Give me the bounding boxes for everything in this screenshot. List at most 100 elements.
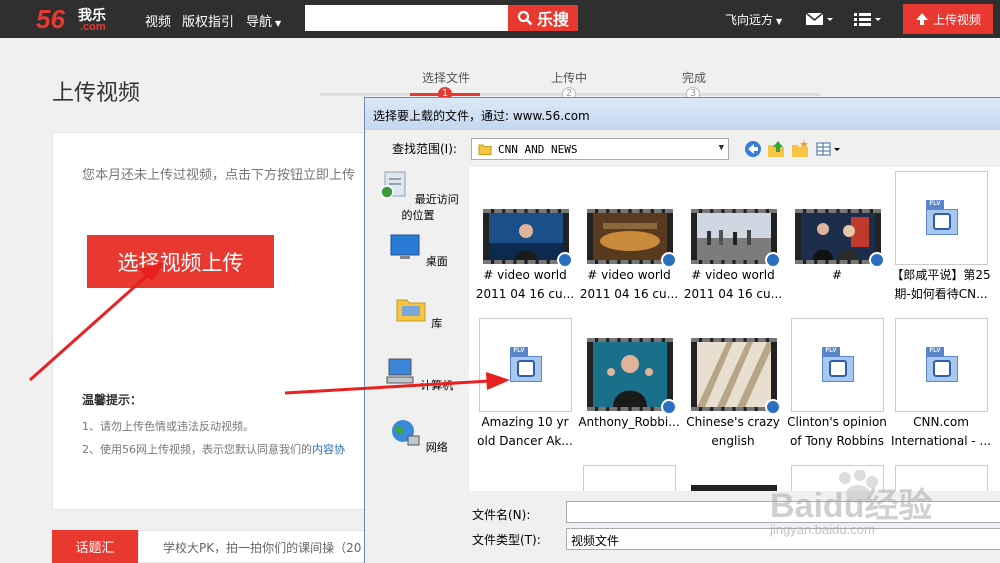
upload-button-label: 上传视频 — [932, 12, 981, 27]
file-list[interactable]: # video world 2011 04 16 cu... # video w… — [469, 167, 1000, 491]
file-name-line1: Amazing 10 yr — [481, 415, 569, 429]
video-badge-icon — [869, 252, 885, 268]
flv-file-icon: FLV — [789, 318, 885, 412]
step-label-done: 完成 — [682, 71, 707, 85]
tip-2: 2、使用56网上传视频，表示您默认同意我们的内容协 — [82, 441, 367, 457]
choose-video-upload-button[interactable]: 选择视频上传 — [87, 235, 274, 288]
tip-2-text: 2、使用56网上传视频，表示您默认同意我们的 — [82, 443, 312, 456]
video-thumbnail — [581, 318, 677, 415]
place-recent-label: 最近访问的位置 — [401, 193, 459, 222]
video-badge-icon — [765, 399, 781, 415]
flv-file-icon: FLV — [893, 318, 989, 412]
file-name-line1: # video world — [483, 268, 567, 282]
file-name-line2: 期-如何看待CN... — [894, 287, 988, 301]
mail-menu[interactable] — [805, 10, 835, 28]
file-name-line2: 2011 04 16 cu... — [683, 287, 783, 301]
topic-tag[interactable]: 话题汇 — [52, 530, 138, 563]
tips-title: 温馨提示： — [82, 393, 143, 407]
content-agreement-link[interactable]: 内容协 — [312, 443, 345, 456]
site-logo[interactable]: 56 我乐 .com — [36, 4, 116, 34]
back-icon[interactable] — [743, 139, 763, 159]
user-menu[interactable]: 飞向远方 ▼ — [725, 11, 782, 28]
recent-places-icon — [380, 171, 406, 199]
chevron-down-icon: ▼ — [776, 17, 783, 26]
file-item[interactable]: Chinese's crazy english — [681, 318, 785, 450]
place-network[interactable]: 网络 — [373, 418, 463, 455]
nav-copyright-guide[interactable]: 版权指引 — [182, 11, 234, 30]
logo-number: 56 — [36, 4, 65, 34]
file-item[interactable]: # video world 2011 04 16 cu... — [577, 171, 681, 303]
watermark-text: Baidu经验 — [770, 487, 933, 525]
video-thumbnail — [789, 171, 885, 268]
search-input[interactable] — [305, 5, 508, 31]
file-item[interactable]: FLV CNN.com International - ... — [889, 318, 993, 450]
nav-navigation-label: 导航 — [246, 15, 273, 30]
video-badge-icon — [661, 399, 677, 415]
file-item[interactable]: FLV 【郎咸平说】第25 期-如何看待CN... — [889, 171, 993, 303]
view-menu-icon[interactable] — [815, 139, 843, 159]
lookin-value: CNN AND NEWS — [498, 142, 578, 156]
video-thumbnail — [477, 171, 573, 268]
lookin-label: 查找范围(I): — [392, 142, 457, 156]
file-name-line2: old Dancer Ak... — [477, 434, 573, 448]
place-computer[interactable]: 计算机 — [373, 356, 463, 393]
video-thumbnail — [581, 171, 677, 268]
video-badge-icon — [661, 252, 677, 268]
chevron-down-icon: ▼ — [718, 143, 724, 153]
place-desktop[interactable]: 桌面 — [373, 232, 463, 269]
video-thumbnail — [685, 171, 781, 268]
file-item[interactable]: # video world 2011 04 16 cu... — [681, 171, 785, 303]
file-name-line1: # video world — [691, 268, 775, 282]
more-menu[interactable] — [853, 10, 883, 28]
page-title: 上传视频 — [52, 81, 141, 106]
computer-icon — [386, 358, 414, 384]
step-label-uploading: 上传中 — [551, 71, 588, 85]
folder-icon — [478, 144, 492, 155]
nav-video[interactable]: 视频 — [145, 11, 171, 30]
up-folder-icon[interactable] — [766, 139, 786, 159]
upload-video-button[interactable]: 上传视频 — [903, 4, 993, 34]
place-recent[interactable]: 最近访问的位置 — [373, 170, 463, 223]
topic-text[interactable]: 学校大PK，拍一拍你们的课间操（20 — [163, 539, 368, 556]
nav-navigation-menu[interactable]: 导航 ▼ — [246, 11, 281, 30]
video-thumbnail — [685, 318, 781, 415]
place-computer-label: 计算机 — [420, 379, 454, 392]
file-item[interactable]: # video world 2011 04 16 cu... — [473, 171, 577, 303]
mail-icon — [805, 12, 833, 25]
upload-arrow-icon — [915, 13, 928, 25]
flv-file-icon: FLV — [893, 171, 989, 265]
file-name-line1: Anthony_Robbi... — [578, 415, 680, 429]
file-name-line1: # video world — [587, 268, 671, 282]
dialog-title: 选择要上载的文件，通过: www.56.com — [365, 98, 1000, 130]
file-name-line2: english — [711, 434, 755, 448]
flv-file-icon: FLV — [477, 318, 573, 412]
file-name-line1: CNN.com — [913, 415, 969, 429]
new-folder-icon[interactable] — [790, 139, 810, 159]
place-library[interactable]: 库 — [373, 294, 463, 331]
file-name-line1: # — [831, 268, 843, 282]
filename-label: 文件名(N): — [472, 508, 531, 522]
file-item[interactable]: Anthony_Robbi... — [577, 318, 681, 433]
step-label-select: 选择文件 — [422, 71, 471, 85]
place-network-label: 网络 — [425, 441, 448, 454]
search-button[interactable]: 乐搜 — [508, 5, 578, 31]
file-name-line2: 2011 04 16 cu... — [579, 287, 679, 301]
file-name-line2: of Tony Robbins — [789, 434, 885, 448]
filetype-label: 文件类型(T): — [472, 533, 541, 547]
file-item[interactable]: FLV Amazing 10 yr old Dancer Ak... — [473, 318, 577, 450]
file-name-line1: Chinese's crazy — [686, 415, 780, 429]
upload-notice: 您本月还未上传过视频，点击下方按钮立即上传 — [82, 168, 356, 183]
file-item[interactable]: # — [785, 171, 889, 286]
file-item[interactable]: FLV Clinton's opinion of Tony Robbins — [785, 318, 889, 450]
file-name-line2: International - ... — [891, 434, 991, 448]
places-sidebar: 最近访问的位置 桌面 库 计算机 网络 — [373, 170, 463, 490]
search-button-label: 乐搜 — [536, 10, 569, 29]
file-name-line1: Clinton's opinion — [787, 415, 887, 429]
lookin-dropdown[interactable]: CNN AND NEWS ▼ — [471, 138, 729, 160]
place-library-label: 库 — [431, 317, 443, 330]
file-name-line2: 2011 04 16 cu... — [475, 287, 575, 301]
file-item-partial[interactable] — [577, 465, 681, 491]
logo-domain: .com — [80, 21, 106, 33]
video-badge-icon — [765, 252, 781, 268]
tip-1: 1、请勿上传色情或违法反动视频。 — [82, 420, 254, 433]
